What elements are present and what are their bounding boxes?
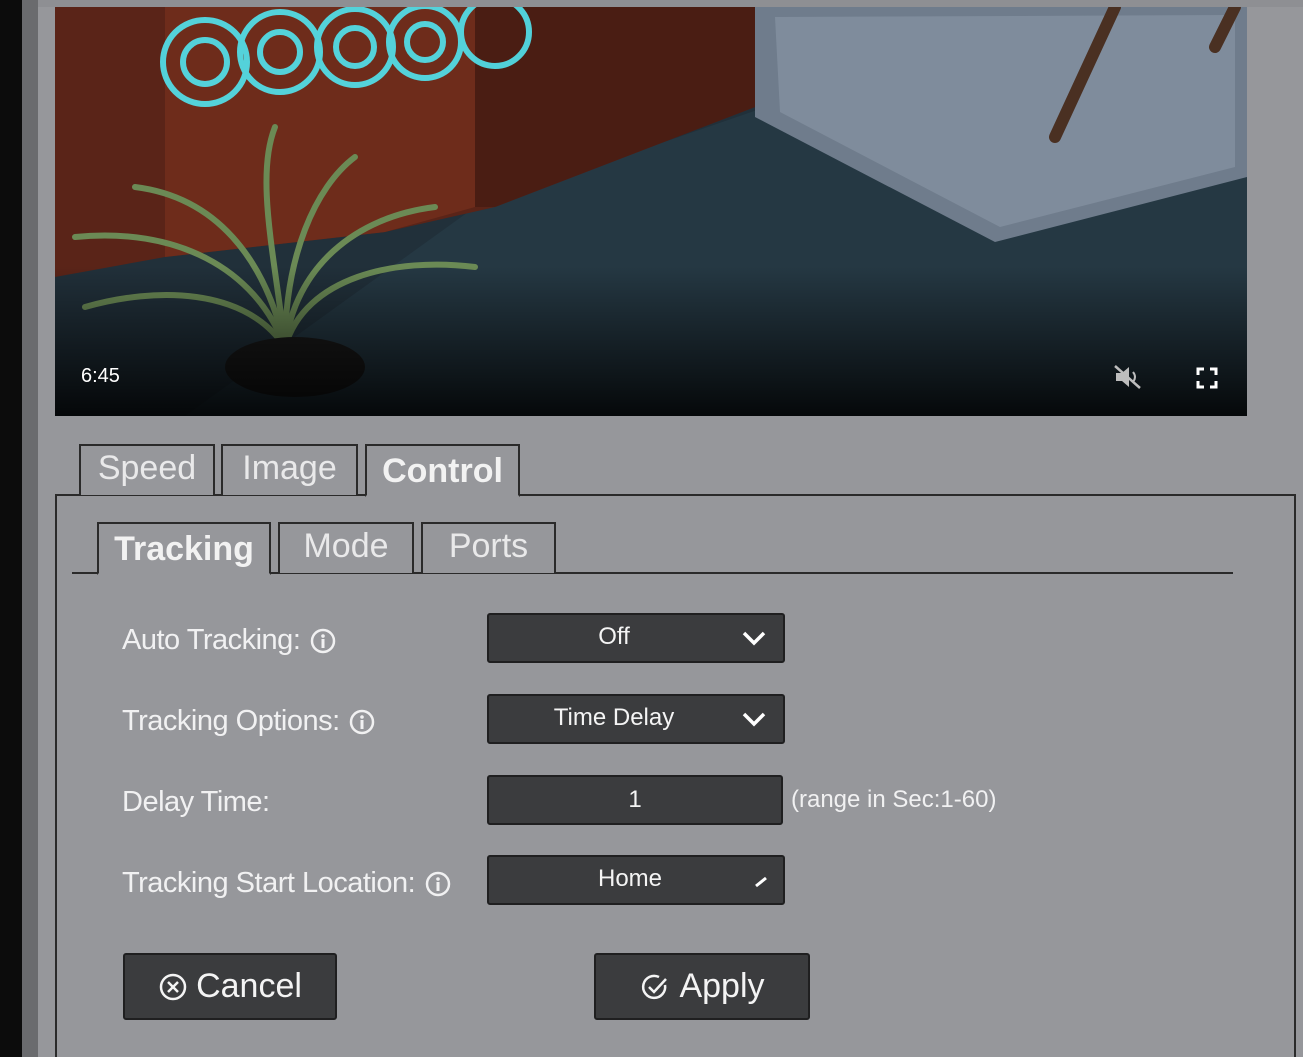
delay-time-input[interactable]: 1	[487, 775, 783, 825]
auto-tracking-label: Auto Tracking:	[122, 624, 336, 657]
tracking-options-select[interactable]: Time Delay	[487, 694, 785, 744]
tab-control[interactable]: Control	[365, 444, 520, 497]
video-timestamp: 6:45	[81, 365, 120, 387]
subtab-mode[interactable]: Mode	[278, 522, 414, 573]
info-icon[interactable]	[310, 628, 336, 654]
tracking-start-location-value: Home	[597, 865, 663, 892]
cancel-button-label: Cancel	[196, 967, 302, 1005]
delay-time-label: Delay Time:	[122, 786, 270, 818]
tracking-options-label-text: Tracking Options:	[122, 705, 340, 737]
tracking-options-value: Time Delay	[553, 704, 675, 731]
circle-check-icon	[642, 974, 668, 999]
circle-x-icon	[159, 973, 187, 1000]
info-icon[interactable]	[425, 871, 451, 897]
top-edge-strip	[38, 0, 1303, 7]
camera-video-preview[interactable]: 6:45	[55, 7, 1247, 416]
left-edge-gray-strip	[22, 0, 38, 1057]
apply-button-label: Apply	[679, 967, 765, 1005]
left-edge-dark-strip	[0, 0, 22, 1057]
auto-tracking-label-text: Auto Tracking:	[122, 624, 301, 656]
resize-handle-icon	[755, 876, 767, 888]
tracking-start-location-label: Tracking Start Location:	[122, 867, 451, 900]
auto-tracking-value: Off	[598, 623, 630, 650]
auto-tracking-select[interactable]: Off	[487, 613, 785, 663]
muted-speaker-icon[interactable]	[1113, 364, 1143, 390]
tracking-start-location-label-text: Tracking Start Location:	[122, 867, 416, 899]
chevron-down-icon	[742, 712, 766, 727]
fullscreen-icon[interactable]	[1195, 366, 1219, 390]
tracking-options-label: Tracking Options:	[122, 705, 375, 738]
chevron-down-icon	[742, 631, 766, 646]
tab-image[interactable]: Image	[221, 444, 358, 495]
subtab-ports[interactable]: Ports	[421, 522, 556, 573]
tracking-start-location-select[interactable]: Home	[487, 855, 785, 905]
tab-speed[interactable]: Speed	[79, 444, 215, 495]
cancel-button[interactable]: Cancel	[123, 953, 337, 1020]
subtab-tracking[interactable]: Tracking	[97, 522, 271, 575]
apply-button[interactable]: Apply	[594, 953, 810, 1020]
info-icon[interactable]	[349, 709, 375, 735]
video-bottom-gradient	[55, 266, 1247, 416]
delay-range-note: (range in Sec:1-60)	[791, 786, 997, 813]
